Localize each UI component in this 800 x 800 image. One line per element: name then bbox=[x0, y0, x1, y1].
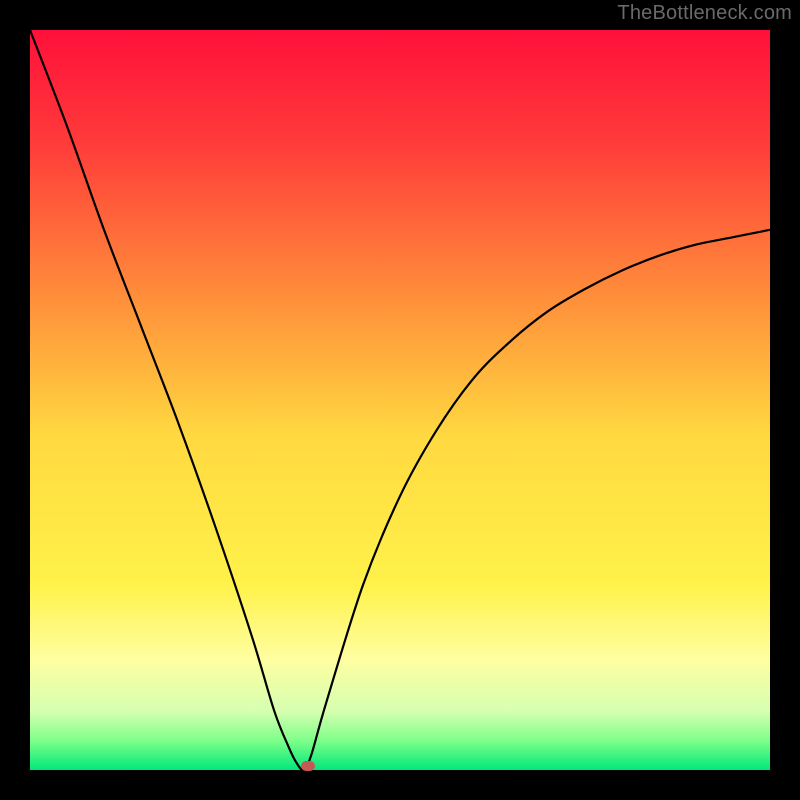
plot-area bbox=[30, 30, 770, 770]
gradient-background bbox=[30, 30, 770, 770]
watermark-text: TheBottleneck.com bbox=[617, 2, 792, 25]
optimum-marker bbox=[301, 761, 315, 771]
chart-frame: TheBottleneck.com bbox=[0, 0, 800, 800]
chart-svg bbox=[30, 30, 770, 770]
